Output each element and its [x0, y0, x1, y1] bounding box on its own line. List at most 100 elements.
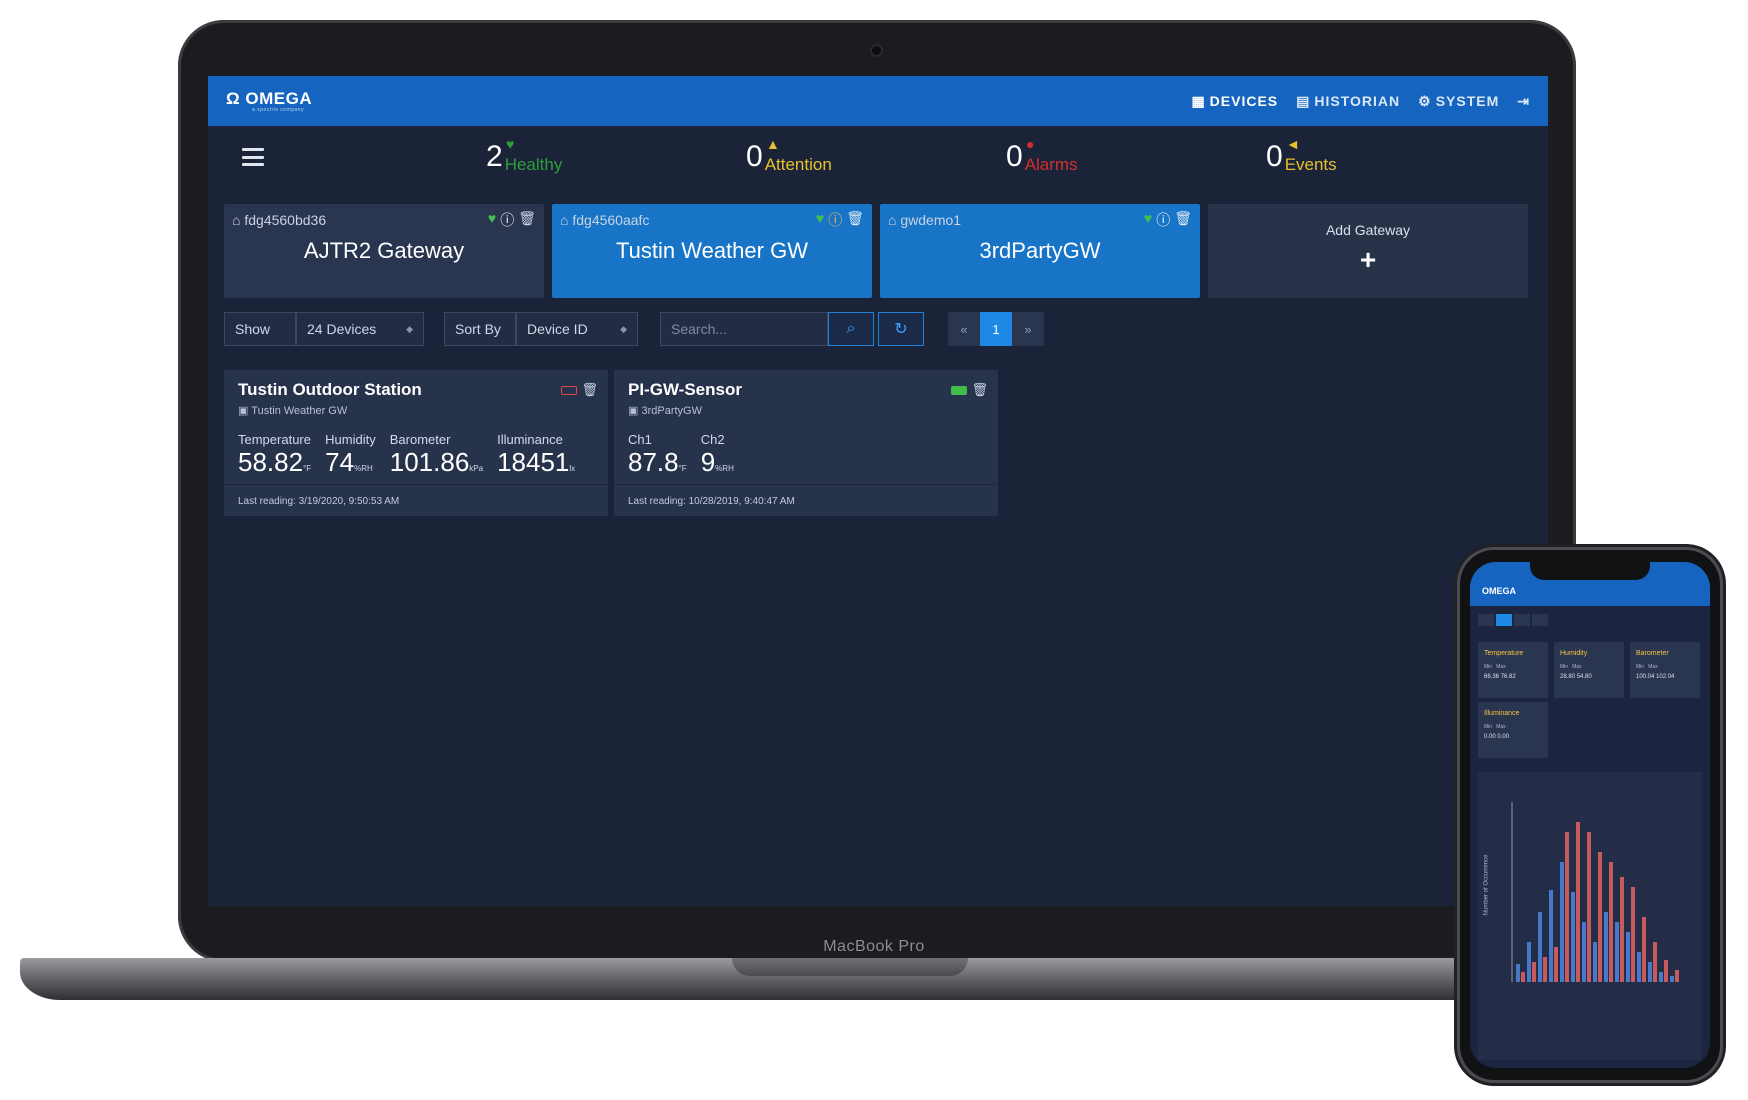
device-card[interactable]: PI-GW-Sensor ▣ 3rdPartyGW 🗑 Ch1 87.8°F Ch… — [614, 370, 998, 516]
trash-icon[interactable]: 🗑 — [581, 382, 598, 398]
stat-events[interactable]: 0 ◄ Events — [1266, 136, 1337, 174]
nav-system[interactable]: ⚙ SYSTEM — [1418, 93, 1499, 110]
gateway-id: ⌂ gwdemo1 — [888, 212, 962, 228]
gateway-icons: ♥ ⓘ 🗑 — [816, 210, 864, 230]
heart-icon: ♥ — [487, 210, 497, 226]
show-control: Show 24 Devices ◆ — [224, 312, 424, 346]
sort-select[interactable]: Device ID ◆ — [516, 312, 638, 346]
chevron-down-icon: ◆ — [406, 323, 413, 334]
trash-icon[interactable]: 🗑 — [846, 210, 864, 230]
camera-icon — [872, 46, 881, 55]
metric-unit: °F — [303, 464, 312, 473]
search-button[interactable]: ⌕ — [828, 312, 874, 346]
logout-icon[interactable]: ⇥ — [1517, 93, 1530, 110]
page-prev-button[interactable]: « — [948, 312, 980, 346]
stat-count: 0 — [1006, 140, 1023, 173]
device-metrics: Temperature 58.82°F Humidity 74%RH Baromet… — [238, 432, 575, 484]
bell-icon: ● — [1026, 136, 1035, 152]
nav-historian[interactable]: ▤ HISTORIAN — [1296, 93, 1400, 110]
histogram-bar — [1642, 917, 1646, 982]
metric-unit: lx — [569, 464, 576, 473]
page-next-button[interactable]: » — [1012, 312, 1044, 346]
pagination: « 1 » — [948, 312, 1044, 346]
phone-tab[interactable] — [1514, 614, 1530, 626]
histogram-bar — [1593, 942, 1597, 982]
histogram-bar — [1615, 922, 1619, 982]
stat-alarms[interactable]: 0 ● Alarms — [1006, 136, 1078, 174]
add-gateway-card[interactable]: Add Gateway + — [1208, 204, 1528, 298]
info-icon[interactable]: ⓘ — [500, 210, 514, 230]
trash-icon[interactable]: 🗑 — [971, 382, 988, 398]
histogram-bar — [1604, 912, 1608, 982]
gateway-icon: ▣ — [238, 405, 249, 417]
gateway-card[interactable]: ⌂ fdg4560aafc ♥ ⓘ 🗑 Tustin Weather GW — [552, 204, 872, 298]
gateway-card[interactable]: ⌂ gwdemo1 ♥ ⓘ 🗑 3rdPartyGW — [880, 204, 1200, 298]
menu-icon[interactable] — [242, 148, 264, 166]
metric-label: Barometer — [389, 432, 451, 447]
gateway-name: Tustin Weather GW — [616, 238, 808, 263]
info-icon[interactable]: ⓘ — [828, 210, 842, 230]
gateway-icon: ⌂ — [232, 212, 241, 228]
heart-icon: ♥ — [506, 136, 515, 152]
histogram-bar — [1620, 877, 1624, 982]
logo-text: OMEGA — [245, 89, 313, 108]
metric: Ch1 87.8°F — [628, 432, 687, 484]
metric-label: Illuminance — [497, 432, 563, 447]
histogram-bar — [1538, 912, 1542, 982]
histogram-bar — [1549, 890, 1553, 982]
page-1-button[interactable]: 1 — [980, 312, 1012, 346]
heart-icon: ♥ — [815, 210, 825, 226]
refresh-button[interactable]: ↻ — [878, 312, 924, 346]
stat-attention[interactable]: 0 ▲ Attention — [746, 136, 832, 174]
megaphone-icon: ◄ — [1286, 136, 1300, 152]
phone-notch — [1530, 560, 1650, 580]
gateway-card[interactable]: ⌂ fdg4560bd36 ♥ ⓘ 🗑 AJTR2 Gateway — [224, 204, 544, 298]
logo-subtitle: a spectris company — [252, 107, 305, 113]
histogram-bar — [1664, 960, 1668, 982]
nav-devices[interactable]: ▦ DEVICES — [1191, 93, 1278, 110]
phone-tabs — [1478, 614, 1548, 626]
metric-value: 87.8 — [628, 447, 679, 477]
chart-ylabel: Number of Occurrence — [1483, 854, 1490, 916]
histogram-bar — [1532, 962, 1536, 982]
phone-tab[interactable] — [1478, 614, 1494, 626]
gateway-name: AJTR2 Gateway — [303, 238, 465, 263]
metric-value: 74 — [325, 447, 355, 477]
app-header: Ω OMEGA a spectris company ▦ DEVICES ▤ HIS… — [208, 76, 1548, 126]
phone-tab[interactable] — [1496, 614, 1512, 626]
show-select[interactable]: 24 Devices ◆ — [296, 312, 424, 346]
histogram-bar — [1543, 957, 1547, 982]
histogram-bar — [1527, 942, 1531, 982]
trash-icon[interactable]: 🗑 — [1174, 210, 1192, 230]
add-gateway-label: Add Gateway — [1325, 222, 1411, 238]
histogram-bar — [1521, 972, 1525, 982]
phone-summary-box: Temperature Min Max 66.36 76.82 — [1478, 642, 1548, 698]
gateway-icon: ⌂ — [888, 212, 897, 228]
search-input[interactable]: Search... — [660, 312, 828, 346]
phone-tab[interactable] — [1532, 614, 1548, 626]
info-icon[interactable]: ⓘ — [1156, 210, 1170, 230]
trash-icon[interactable]: 🗑 — [518, 210, 536, 230]
metric-value: 101.86 — [389, 447, 470, 477]
stat-count: 0 — [746, 140, 763, 173]
phone-screen: OMEGA Temperature Min Max 66.36 76.82 Hum… — [1470, 562, 1710, 1068]
device-icons: 🗑 — [951, 382, 988, 398]
device-card[interactable]: Tustin Outdoor Station ▣ Tustin Weather … — [224, 370, 608, 516]
battery-low-icon — [561, 385, 578, 395]
show-label: Show — [224, 312, 296, 346]
device-title: Tustin Outdoor Station — [238, 380, 422, 399]
device-icons: 🗑 — [561, 382, 598, 398]
last-reading: Last reading: 3/19/2020, 9:50:53 AM — [238, 496, 400, 507]
stat-label: Attention — [764, 155, 832, 174]
metric-unit: kPa — [469, 464, 484, 473]
stat-healthy[interactable]: 2 ♥ Healthy — [486, 136, 563, 174]
status-bar: 2 ♥ Healthy 0 ▲ Attention 0 ● Alarms 0 ◄… — [208, 130, 1548, 200]
grid-icon: ▦ — [1191, 92, 1206, 109]
histogram-bar — [1670, 976, 1674, 982]
product-mockup: MacBook Pro Ω OMEGA a spectris company ▦… — [0, 0, 1748, 1100]
stat-label: Healthy — [504, 155, 563, 174]
metric-label: Humidity — [325, 432, 376, 447]
omega-logo[interactable]: Ω OMEGA a spectris company — [226, 89, 312, 113]
stat-count: 0 — [1266, 140, 1283, 173]
histogram-bar — [1598, 852, 1602, 982]
